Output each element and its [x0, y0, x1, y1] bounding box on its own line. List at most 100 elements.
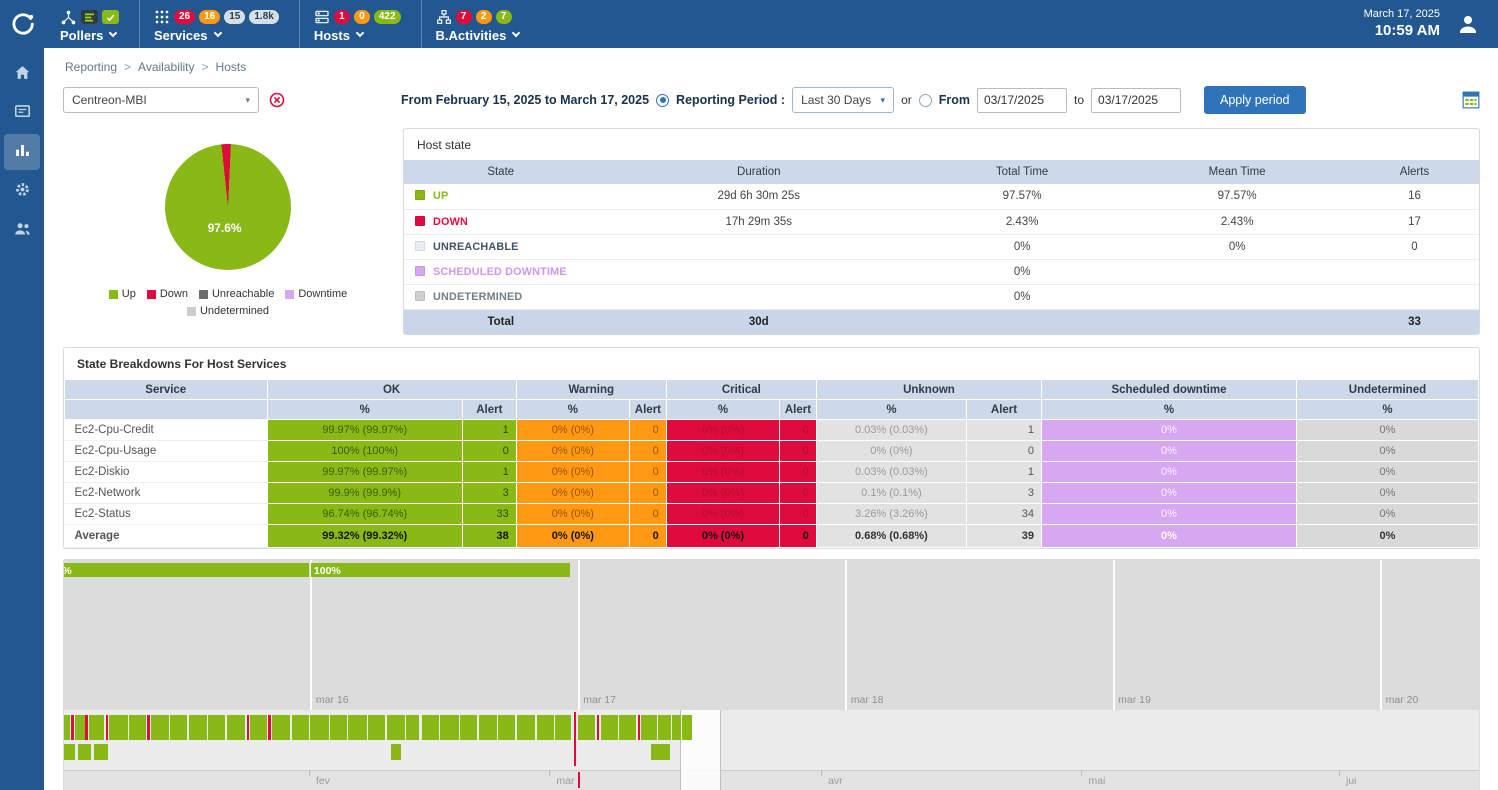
- breakdown-ok_alert: 1: [462, 462, 516, 483]
- to-date-input[interactable]: [1091, 88, 1181, 113]
- timeline-segment: [619, 715, 636, 740]
- breakdown-ok_alert: 38: [462, 525, 516, 548]
- breakdown-row: Ec2-Diskio99.97% (99.97%)10% (0%)00% (0%…: [65, 462, 1479, 483]
- breakdown-unk_pct: 0% (0%): [816, 441, 966, 462]
- filter-bar: Centreon-MBI ▾ From February 15, 2025 to…: [63, 86, 1480, 114]
- current-time-marker: [574, 712, 576, 766]
- breakdown-crit_alert: 0: [780, 462, 817, 483]
- sidebar-item-configuration[interactable]: [4, 173, 40, 209]
- timeline-segment: [460, 715, 477, 740]
- period-controls: From February 15, 2025 to March 17, 2025…: [401, 86, 1306, 114]
- timeline-segment: [151, 715, 169, 740]
- period-select[interactable]: Last 30 Days ▾: [792, 87, 894, 113]
- legend-label: Undetermined: [200, 305, 269, 317]
- period-select-value: Last 30 Days: [801, 93, 871, 107]
- centreon-logo-icon[interactable]: [0, 0, 46, 48]
- timeline-segment: [348, 715, 366, 740]
- menu-services[interactable]: 2616151.8kServices: [139, 0, 299, 48]
- timeline-segment: [71, 715, 74, 740]
- host-state-alerts: 16: [1350, 184, 1479, 209]
- breakdown-group-header: Unknown: [816, 380, 1041, 400]
- timeline-bar-label: 97.6%: [64, 564, 72, 577]
- period-range-text: From February 15, 2025 to March 17, 2025: [401, 93, 649, 107]
- hosts-count-orange[interactable]: 0: [354, 10, 370, 24]
- timeline-segment: [94, 744, 108, 760]
- hosts-count-red[interactable]: 1: [334, 10, 350, 24]
- hosts-status-row: 10 422: [314, 8, 401, 27]
- breakdown-subheader: Alert: [966, 400, 1041, 420]
- breakdown-subheader-blank: [65, 400, 268, 420]
- service-name: Ec2-Network: [65, 483, 268, 504]
- timeline-gridline: [1113, 560, 1115, 710]
- service-name: Average: [65, 525, 268, 548]
- menu-bactivities[interactable]: 727B.Activities: [421, 0, 540, 48]
- clear-filter-icon[interactable]: [269, 92, 285, 108]
- breakdown-crit_alert: 0: [780, 504, 817, 525]
- bactivities-count-red[interactable]: 7: [456, 10, 472, 24]
- legend-swatch: [285, 290, 294, 299]
- bactivities-count-green[interactable]: 7: [496, 10, 512, 24]
- timeline-segment: [406, 715, 419, 740]
- pollers-label: Pollers: [60, 28, 119, 43]
- breakdown-ok_pct: 99.32% (99.32%): [267, 525, 462, 548]
- menu-pollers[interactable]: Pollers: [46, 0, 139, 48]
- services-count-orange[interactable]: 16: [199, 10, 220, 24]
- breakdown-warn_pct: 0% (0%): [516, 525, 629, 548]
- timeline-month-tick: [1339, 770, 1340, 776]
- breakdown-down_pct: 0%: [1042, 504, 1297, 525]
- menu-hosts[interactable]: 10422Hosts: [299, 0, 421, 48]
- custom-period-radio[interactable]: [919, 94, 932, 107]
- timeline-segment: [250, 715, 267, 740]
- timeline-detail-strip: [64, 710, 1479, 770]
- user-icon[interactable]: [1456, 12, 1480, 36]
- legend-swatch: [147, 290, 156, 299]
- timeline-day-label: mar 16: [316, 694, 349, 706]
- breakdown-warn_pct: 0% (0%): [516, 441, 629, 462]
- bactivities-count-orange[interactable]: 2: [476, 10, 492, 24]
- state-color-swatch: [415, 291, 425, 301]
- reporting-period-radio[interactable]: [656, 94, 669, 107]
- services-count-pale[interactable]: 1.8k: [249, 10, 278, 24]
- sidebar-item-monitoring[interactable]: [4, 95, 40, 131]
- host-state-column-header: Duration: [598, 160, 921, 184]
- breakdown-ok_pct: 96.74% (96.74%): [267, 504, 462, 525]
- pie-legend: UpDownUnreachableDowntimeUndetermined: [78, 288, 378, 317]
- breakdown-ok_alert: 0: [462, 441, 516, 462]
- from-date-input[interactable]: [977, 88, 1067, 113]
- breakdown-unk_alert: 3: [966, 483, 1041, 504]
- apply-period-button[interactable]: Apply period: [1204, 86, 1306, 114]
- timeline-current-date-tick: [578, 772, 580, 788]
- timeline-segment: [537, 715, 554, 740]
- breakdown-undet_pct: 0%: [1296, 525, 1478, 548]
- breakdown-down_pct: 0%: [1042, 483, 1297, 504]
- breakdown-warn_alert: 0: [630, 483, 667, 504]
- breakdown-undet_pct: 0%: [1296, 483, 1478, 504]
- breadcrumb-reporting[interactable]: Reporting: [65, 60, 117, 74]
- breadcrumb-availability[interactable]: Availability: [138, 60, 194, 74]
- export-icon[interactable]: [1462, 91, 1480, 109]
- services-count-red[interactable]: 26: [174, 10, 195, 24]
- hosts-count-green[interactable]: 422: [374, 10, 401, 24]
- legend-label: Unreachable: [212, 288, 274, 300]
- sidebar-item-administration[interactable]: [4, 212, 40, 248]
- legend-swatch: [187, 307, 196, 316]
- state-label: UNREACHABLE: [433, 241, 519, 253]
- host-state-table: StateDurationTotal TimeMean TimeAlerts U…: [404, 160, 1479, 334]
- bactivities-status-row: 727: [436, 8, 520, 27]
- sidebar-item-reporting[interactable]: [4, 134, 40, 170]
- host-state-duration: [598, 284, 921, 309]
- timeline-segment: [78, 744, 91, 760]
- breadcrumb-hosts[interactable]: Hosts: [216, 60, 247, 74]
- host-state-mean_time: 0%: [1124, 234, 1350, 259]
- service-breakdown-panel: State Breakdowns For Host Services Servi…: [63, 347, 1480, 549]
- breakdown-warn_pct: 0% (0%): [516, 504, 629, 525]
- sidebar-item-home[interactable]: [4, 56, 40, 92]
- timeline-segment: [517, 715, 535, 740]
- services-count-pale[interactable]: 15: [224, 10, 245, 24]
- timeline-segment: [601, 715, 618, 740]
- host-select[interactable]: Centreon-MBI ▾: [63, 87, 259, 113]
- state-color-swatch: [415, 216, 425, 226]
- host-state-alerts: 17: [1350, 209, 1479, 234]
- breakdown-down_pct: 0%: [1042, 420, 1297, 441]
- breakdown-group-header: Warning: [516, 380, 666, 400]
